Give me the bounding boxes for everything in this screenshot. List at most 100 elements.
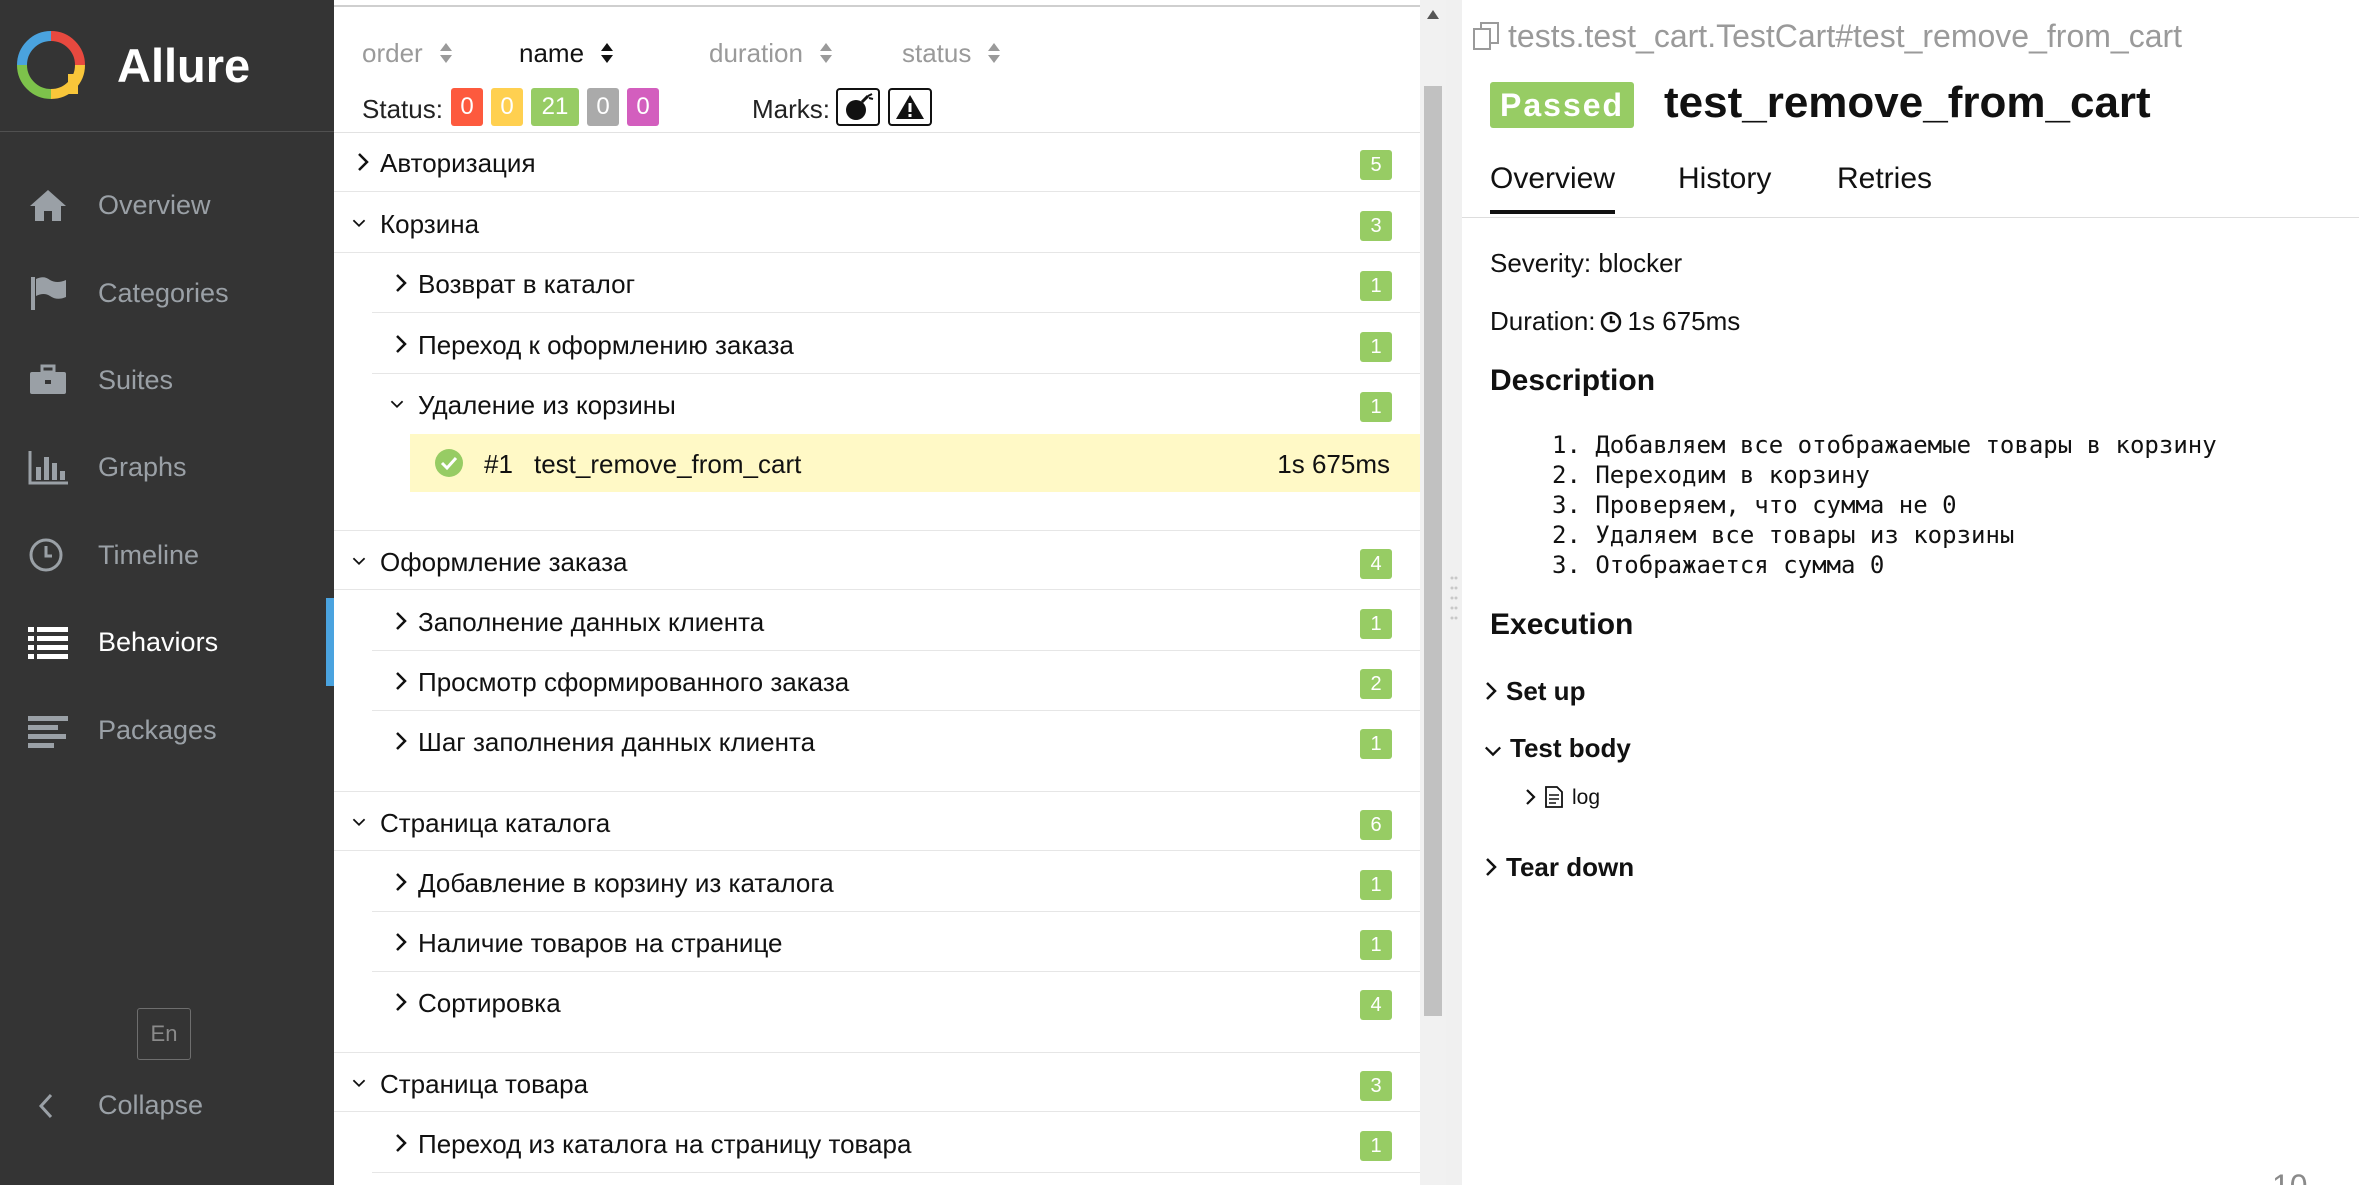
group-title: Корзина — [380, 209, 480, 239]
sidebar-item-categories[interactable]: Categories — [0, 258, 334, 328]
sidebar-item-timeline[interactable]: Timeline — [0, 520, 334, 590]
duration-value: 1s 675ms — [1627, 306, 1741, 336]
sort-order-label: order — [362, 38, 423, 68]
sort-duration[interactable]: duration — [709, 38, 833, 69]
status-count-passed[interactable]: 21 — [531, 88, 579, 126]
sort-duration-label: duration — [709, 38, 803, 68]
sort-arrows-icon — [439, 43, 452, 63]
sidebar-item-packages[interactable]: Packages — [0, 695, 334, 765]
tree-subgroup[interactable]: Заполнение данных клиента 1 — [372, 591, 1420, 651]
status-count-failed[interactable]: 0 — [451, 88, 483, 126]
subgroup-title: Шаг заполнения данных клиента — [418, 727, 816, 757]
clock-icon — [29, 538, 63, 572]
tree-subgroup[interactable]: Возврат в каталог 1 — [372, 253, 1420, 313]
chevron-down-icon — [352, 557, 366, 566]
test-detail-pane: tests.test_cart.TestCart#test_remove_fro… — [1462, 0, 2359, 1185]
tree-subgroup[interactable]: Просмотр сформированного заказа 2 — [372, 651, 1420, 711]
tree-scrollbar-thumb[interactable] — [1424, 86, 1442, 1016]
tree-group[interactable]: Страница товара 3 — [334, 1052, 1420, 1112]
status-filter-bar: Status: 0 0 21 0 0 Marks: — [362, 88, 1412, 128]
sidebar-item-label: Timeline — [98, 540, 200, 570]
chevron-right-icon — [396, 1134, 407, 1152]
tree-subgroup[interactable]: Переход к оформлению заказа 1 — [372, 314, 1420, 374]
tree-subgroup[interactable]: Добавление в корзину из каталога 1 — [372, 852, 1420, 912]
description-list: 1. Добавляем все отображаемые товары в к… — [1552, 430, 2217, 580]
status-badge: Passed — [1490, 82, 1635, 128]
chevron-right-icon — [396, 274, 407, 292]
test-case-number: #1 — [484, 449, 513, 479]
tree-subgroup[interactable]: Сортировка 4 — [372, 972, 1420, 1032]
sidebar-item-suites[interactable]: Suites — [0, 345, 334, 415]
description-item: 1. Добавляем все отображаемые товары в к… — [1552, 431, 2217, 459]
flag-icon — [31, 277, 66, 310]
sidebar-item-overview[interactable]: Overview — [0, 170, 334, 240]
step-setup[interactable]: Set up — [1484, 676, 1585, 707]
sort-status[interactable]: status — [902, 38, 1001, 69]
chevron-down-icon — [390, 400, 404, 409]
list-icon — [28, 627, 68, 659]
tree-group[interactable]: Оформление заказа 4 — [334, 530, 1420, 590]
status-count-unknown[interactable]: 0 — [627, 88, 659, 126]
sidebar-item-behaviors[interactable]: Behaviors — [0, 598, 334, 686]
step-tear-down[interactable]: Tear down — [1484, 852, 1634, 883]
chevron-right-icon — [1526, 789, 1536, 805]
count-badge: 1 — [1360, 729, 1392, 759]
file-text-icon — [1545, 786, 1563, 808]
tree-subgroup[interactable]: Шаг заполнения данных клиента 1 — [372, 711, 1420, 771]
drag-handle-icon[interactable] — [1450, 574, 1458, 630]
chevron-down-icon — [1485, 746, 1501, 757]
sort-bar: order name duration status — [362, 38, 1412, 72]
count-badge: 4 — [1360, 549, 1392, 579]
tree-subgroup[interactable]: Переход из каталога на страницу товара 1 — [372, 1113, 1420, 1173]
bomb-icon — [846, 93, 874, 120]
flaky-mark-button[interactable] — [836, 88, 880, 126]
count-badge: 1 — [1360, 930, 1392, 960]
status-count-broken[interactable]: 0 — [491, 88, 523, 126]
step-test-body[interactable]: Test body — [1484, 733, 1631, 764]
allure-logo-icon — [17, 31, 85, 99]
tab-overview[interactable]: Overview — [1490, 162, 1616, 214]
sidebar-item-label: Categories — [98, 278, 229, 308]
subgroup-title: Добавление в корзину из каталога — [418, 868, 834, 898]
severity: Severity: blocker — [1490, 248, 1683, 278]
sort-name[interactable]: name — [519, 38, 614, 69]
count-badge: 6 — [1360, 810, 1392, 840]
collapse-button[interactable]: Collapse — [0, 1072, 334, 1138]
count-badge: 1 — [1360, 332, 1392, 362]
tree-subgroup[interactable]: Удаление из корзины 1 — [372, 374, 1420, 434]
step-label: Set up — [1506, 676, 1586, 706]
chevron-right-icon — [396, 732, 407, 750]
sort-order[interactable]: order — [362, 38, 453, 69]
sort-arrows-icon — [988, 43, 1001, 63]
description-item: 3. Проверяем, что сумма не 0 — [1552, 491, 1957, 519]
tree-group[interactable]: Страница каталога 6 — [334, 791, 1420, 851]
status-count-skipped[interactable]: 0 — [587, 88, 619, 126]
test-case-name: test_remove_from_cart — [534, 449, 802, 479]
sidebar-item-label: Graphs — [98, 452, 187, 482]
tree-group[interactable]: Корзина 3 — [334, 193, 1420, 253]
tab-history[interactable]: History — [1678, 162, 1771, 196]
test-case-row[interactable]: #1 test_remove_from_cart 1s 675ms — [410, 434, 1420, 492]
attachment-log[interactable]: log — [1524, 786, 1600, 810]
chevron-right-icon — [396, 612, 407, 630]
tab-retries[interactable]: Retries — [1837, 162, 1932, 196]
chevron-right-icon — [396, 993, 407, 1011]
tree-group[interactable]: Авторизация 5 — [334, 132, 1420, 192]
scroll-up-arrow-icon[interactable] — [1425, 8, 1441, 22]
count-badge: 1 — [1360, 609, 1392, 639]
tree-top-border — [334, 5, 1420, 7]
chevron-right-icon — [396, 933, 407, 951]
group-title: Страница товара — [380, 1069, 589, 1099]
chevron-right-icon — [396, 672, 407, 690]
brand[interactable]: Allure — [0, 0, 334, 132]
sidebar-item-graphs[interactable]: Graphs — [0, 432, 334, 502]
sidebar-item-label: Suites — [98, 365, 174, 395]
known-mark-button[interactable] — [888, 88, 932, 126]
language-button[interactable]: En — [137, 1008, 191, 1060]
briefcase-icon — [30, 364, 66, 394]
description-heading: Description — [1490, 364, 1656, 397]
group-title: Страница каталога — [380, 808, 611, 838]
subgroup-title: Сортировка — [418, 988, 561, 1018]
test-full-name[interactable]: tests.test_cart.TestCart#test_remove_fro… — [1472, 18, 2182, 55]
tree-subgroup[interactable]: Наличие товаров на странице 1 — [372, 912, 1420, 972]
